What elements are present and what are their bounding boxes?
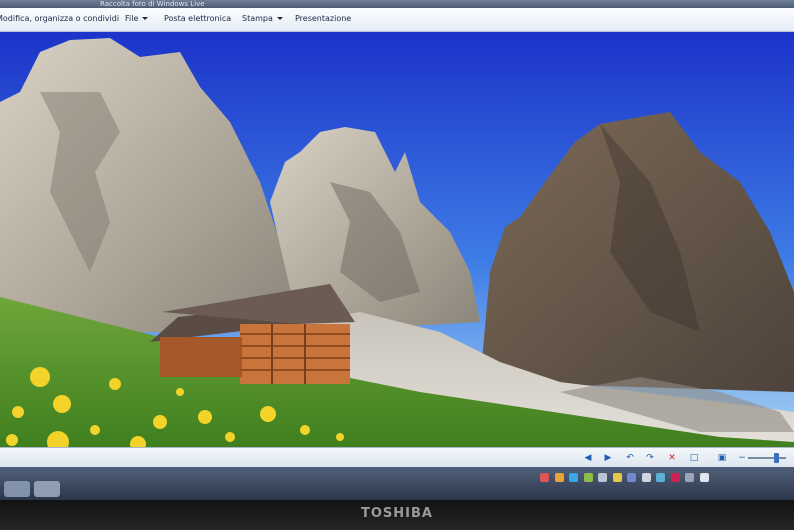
delete-icon[interactable]: ✕ [666,452,678,464]
menu-label: Presentazione [295,14,352,23]
photo-view [0,32,794,447]
menu-bar: Modifica, organizza o condividi File Pos… [0,8,794,32]
tray-icon[interactable] [670,473,680,482]
viewer-controls: ◀ ▶ ↶ ↷ ✕ □ ▣ − [0,447,794,467]
tray-icon[interactable] [569,473,579,482]
taskbar [0,467,794,500]
rotate-right-icon[interactable]: ↷ [644,452,656,464]
next-icon[interactable]: ▶ [602,452,614,464]
tray-icon[interactable] [656,473,666,482]
tray-icon[interactable] [598,473,608,482]
menu-label: Posta elettronica [164,14,232,23]
tray-icon[interactable] [554,473,564,482]
tray-icon[interactable] [627,473,637,482]
fit-icon[interactable]: ▣ [716,452,728,464]
menu-item-print[interactable]: Stampa [242,14,283,23]
zoom-slider-thumb[interactable] [774,453,779,463]
tray-icon[interactable] [612,473,622,482]
start-button[interactable] [4,481,30,497]
actual-size-icon[interactable]: □ [688,452,700,464]
screen: Raccolta foto di Windows Live Modifica, … [0,0,794,500]
window-title: Raccolta foto di Windows Live [0,0,794,8]
monitor-bezel: TOSHIBA [0,500,794,530]
menu-item-slideshow[interactable]: Presentazione [295,14,351,23]
menu-item-edit-organize-share[interactable]: Modifica, organizza o condividi [0,14,119,23]
brand-logo: TOSHIBA [361,506,433,521]
mountain-meadow-cabin-photo [0,32,794,447]
menu-item-email[interactable]: Posta elettronica [164,14,231,23]
menu-label: File [125,14,139,23]
cabin-wall-side [160,337,242,377]
system-tray [540,473,790,487]
zoom-slider[interactable] [748,457,786,459]
rotate-left-icon[interactable]: ↶ [624,452,636,464]
menu-item-file[interactable]: File [125,14,149,23]
tray-icon[interactable] [641,473,651,482]
taskbar-app-button[interactable] [34,481,60,497]
tray-icon[interactable] [700,473,710,482]
tray-icon[interactable] [685,473,695,482]
menu-label: Stampa [242,14,273,23]
chevron-down-icon [142,17,149,20]
zoom-out-icon[interactable]: − [736,452,748,464]
menu-label: Modifica, organizza o condividi [0,14,120,23]
previous-icon[interactable]: ◀ [582,452,594,464]
tray-icon[interactable] [540,473,549,482]
chevron-down-icon [276,17,283,20]
tray-icon[interactable] [583,473,593,482]
